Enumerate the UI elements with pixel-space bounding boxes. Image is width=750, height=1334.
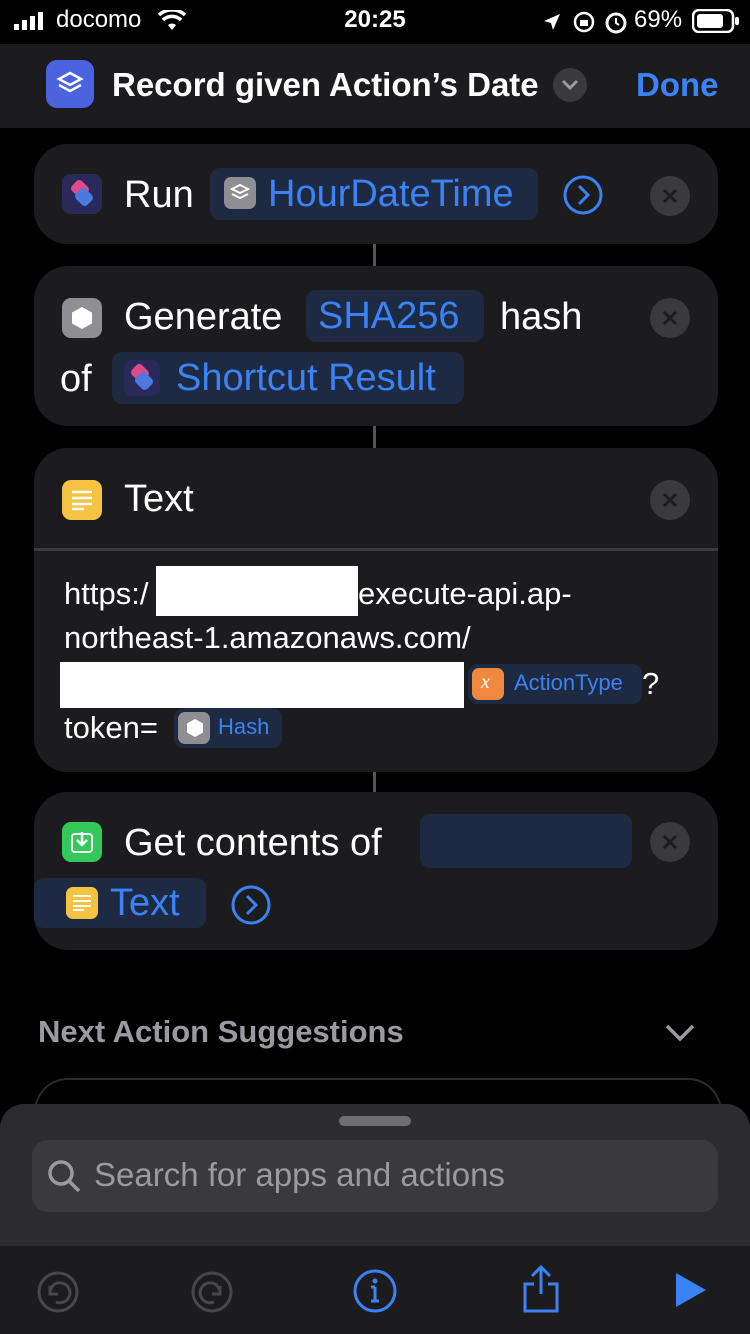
text-input-value: Text [110,882,180,924]
battery-icon [692,9,739,33]
connector [373,426,376,448]
search-icon [48,1160,81,1193]
status-bar: docomo 20:25 69% [0,0,750,44]
hash-icon [62,298,102,338]
search-field[interactable]: Search for apps and actions [32,1140,718,1212]
get-contents-label: Get contents of [124,822,382,864]
remove-action-button[interactable] [650,176,690,216]
shortcuts-icon [62,174,102,214]
variable-token-hash[interactable]: Hash [174,708,282,748]
bottom-toolbar [0,1246,750,1334]
input-value: Shortcut Result [176,357,436,399]
hash-label: hash [500,296,583,338]
algorithm-token[interactable]: SHA256 [306,290,484,342]
info-icon[interactable] [352,1268,398,1314]
location-icon [544,14,560,30]
url-token[interactable] [420,814,632,868]
share-icon[interactable] [520,1264,562,1314]
get-contents-action[interactable]: Get contents of Text [34,792,718,950]
shortcut-app-icon[interactable] [46,60,94,108]
text-icon [62,480,102,520]
token-param[interactable]: token= [64,710,158,746]
connector [373,244,376,266]
of-label: of [60,358,92,400]
shortcut-title[interactable]: Record given Action’s Date [112,66,539,104]
variable-token-actiontype[interactable]: x ActionType [468,664,642,704]
run-shortcut-action[interactable]: Run HourDateTime [34,144,718,244]
download-icon [62,822,102,862]
redo-icon[interactable] [190,1270,234,1314]
undo-icon[interactable] [36,1270,80,1314]
redacted-block [156,566,358,616]
url-host[interactable]: execute-api.ap- [358,576,572,612]
variable-name: Hash [218,714,270,739]
generate-label: Generate [124,296,283,338]
remove-action-button[interactable] [650,480,690,520]
remove-action-button[interactable] [650,822,690,862]
suggestions-heading: Next Action Suggestions [38,1014,404,1049]
variable-icon: x [472,668,504,700]
shortcuts-icon [124,360,160,396]
generate-hash-action[interactable]: Generate SHA256 hash of Shortcut Result [34,266,718,426]
shortcut-name: HourDateTime [268,173,514,215]
search-placeholder: Search for apps and actions [94,1156,505,1193]
algorithm-value: SHA256 [318,295,460,337]
hash-icon [178,712,210,744]
text-input-token[interactable]: Text [34,878,206,928]
divider [34,548,718,551]
rotation-lock-icon [573,11,595,33]
text-icon [66,887,98,919]
action-search-sheet: Search for apps and actions [0,1104,750,1334]
variable-name: ActionType [514,670,623,695]
text-title: Text [124,478,194,520]
play-icon[interactable] [670,1270,710,1310]
url-domain[interactable]: northeast-1.amazonaws.com/ [64,620,471,656]
run-label: Run [124,174,194,216]
chevron-right-circle-icon[interactable] [230,884,272,926]
nav-bar: Record given Action’s Date Done [0,44,750,128]
shortcut-name-token[interactable]: HourDateTime [210,168,538,220]
done-button[interactable]: Done [636,66,719,104]
text-action[interactable]: Text https:/ execute-api.ap- northeast-1… [34,448,718,772]
sheet-grabber[interactable] [339,1116,411,1126]
connector [373,772,376,792]
url-prefix[interactable]: https:/ [64,576,148,612]
alarm-icon [605,12,627,34]
chevron-down-icon[interactable] [553,68,587,102]
input-token[interactable]: Shortcut Result [112,352,464,404]
battery-percent: 69% [634,6,683,33]
remove-action-button[interactable] [650,298,690,338]
layers-icon [224,177,256,209]
question-mark: ? [642,666,660,701]
redacted-block [60,662,464,708]
chevron-down-icon[interactable] [664,1022,696,1044]
chevron-right-circle-icon[interactable] [562,174,604,216]
